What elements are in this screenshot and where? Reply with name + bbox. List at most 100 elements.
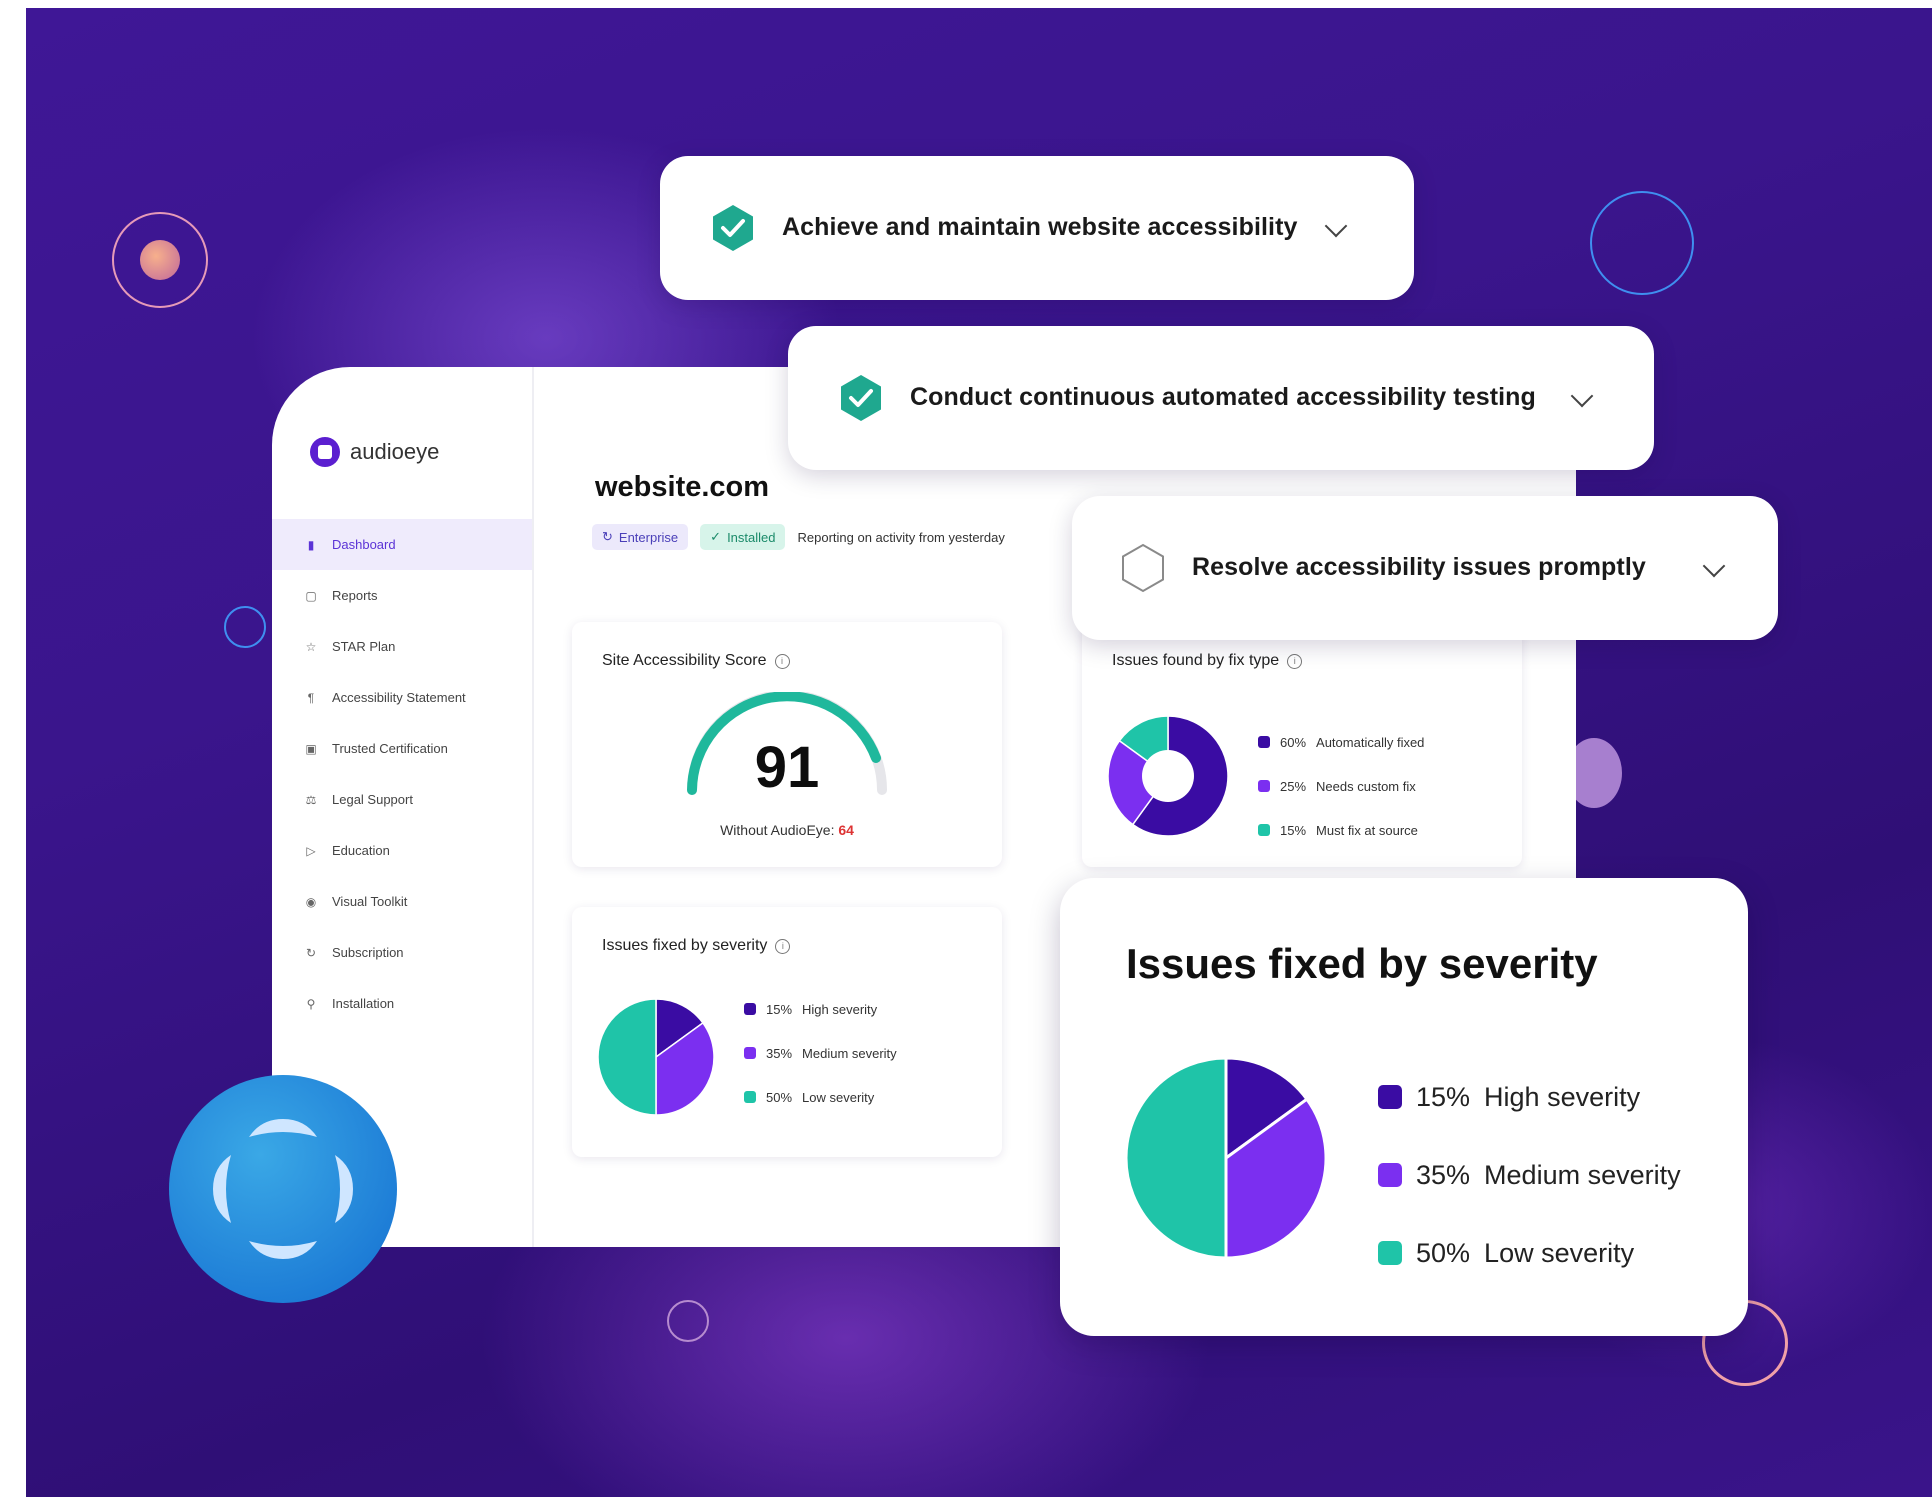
audioeye-logo-icon <box>310 437 340 467</box>
chevron-down-icon[interactable] <box>1570 384 1594 408</box>
play-icon: ▷ <box>306 843 316 858</box>
audioeye-mark-icon <box>213 1119 353 1259</box>
sidebar-item-reports[interactable]: ▢ Reports <box>272 570 532 621</box>
legend-label: Automatically fixed <box>1316 734 1425 750</box>
sidebar-item-subscription[interactable]: ↻ Subscription <box>272 927 532 978</box>
legend-swatch <box>1378 1085 1402 1109</box>
page-title: website.com <box>595 471 770 503</box>
status-badges: ↻ Enterprise ✓ Installed Reporting on ac… <box>592 524 1005 550</box>
sidebar-item-label: Trusted Certification <box>332 741 448 756</box>
card-title: Site Accessibility Score i <box>602 652 790 670</box>
sidebar-item-visual-toolkit[interactable]: ◉ Visual Toolkit <box>272 876 532 927</box>
installed-badge: ✓ Installed <box>700 524 786 550</box>
info-icon[interactable]: i <box>1287 653 1303 669</box>
accessibility-icon: ◉ <box>305 894 317 909</box>
severity-pie-chart-large <box>1126 1058 1326 1258</box>
legend-swatch <box>744 1047 756 1059</box>
sidebar-item-accessibility-statement[interactable]: ¶ Accessibility Statement <box>272 672 532 723</box>
sidebar-item-label: STAR Plan <box>332 639 396 654</box>
without-audioeye-score: Without AudioEye: 64 <box>572 822 1002 838</box>
sidebar-item-installation[interactable]: ⚲ Installation <box>272 978 532 1029</box>
report-icon: ▢ <box>305 588 317 603</box>
sidebar-item-education[interactable]: ▷ Education <box>272 825 532 876</box>
pie-slice <box>598 999 657 1115</box>
legend-swatch <box>744 1091 756 1103</box>
legend-swatch <box>744 1003 756 1015</box>
legend-label: High severity <box>1484 1081 1641 1112</box>
refresh-icon: ↻ <box>305 945 317 960</box>
legend-item: 60% Automatically fixed <box>1258 720 1424 764</box>
highlight-legend: 15% High severity 35% Medium severity 50… <box>1378 1058 1681 1292</box>
bar-chart-icon: ▮ <box>307 537 315 552</box>
severity-pie-chart <box>598 999 714 1115</box>
legend-label: Medium severity <box>1484 1159 1681 1190</box>
sidebar-item-dashboard[interactable]: ▮ Dashboard <box>272 519 532 570</box>
decorative-ring <box>1590 191 1694 295</box>
check-badge-icon <box>713 205 753 251</box>
donut-hole <box>1142 750 1194 802</box>
chevron-down-icon[interactable] <box>1702 554 1726 578</box>
legend-pct: 50% <box>766 1089 793 1105</box>
checklist-label: Achieve and maintain website accessibili… <box>782 213 1298 241</box>
sidebar-nav: ▮ Dashboard ▢ Reports ☆ STAR Plan ¶ Acce… <box>272 519 532 1029</box>
sidebar-item-label: Installation <box>332 996 395 1011</box>
card-title: Issues found by fix type i <box>1112 652 1303 670</box>
background-scene: audioeye ▮ Dashboard ▢ Reports ☆ STAR Pl… <box>26 8 1932 1497</box>
legend-swatch <box>1258 780 1270 792</box>
chevron-down-icon[interactable] <box>1324 214 1348 238</box>
checklist-card-1[interactable]: Achieve and maintain website accessibili… <box>660 156 1414 300</box>
enterprise-badge-label: Enterprise <box>618 529 679 545</box>
info-icon[interactable]: i <box>775 938 791 954</box>
installed-badge-label: Installed <box>727 529 776 545</box>
decorative-ring <box>224 606 266 648</box>
severity-card-title: Issues fixed by severity <box>602 937 768 954</box>
enterprise-badge: ↻ Enterprise <box>592 524 689 550</box>
sidebar-item-label: Reports <box>332 588 378 603</box>
checklist-label: Resolve accessibility issues promptly <box>1192 553 1646 581</box>
statement-icon: ¶ <box>307 690 315 705</box>
legend-item: 50% Low severity <box>1378 1214 1681 1292</box>
legend-label: High severity <box>802 1001 878 1017</box>
sidebar-item-label: Visual Toolkit <box>332 894 408 909</box>
legend-swatch <box>1258 824 1270 836</box>
sidebar-item-legal-support[interactable]: ⚖ Legal Support <box>272 774 532 825</box>
legend-item: 15% Must fix at source <box>1258 808 1424 852</box>
legend-label: Needs custom fix <box>1316 778 1416 794</box>
without-label: Without AudioEye: <box>720 822 835 838</box>
fix-type-donut-chart <box>1108 716 1228 836</box>
check-circle-icon: ✓ <box>710 529 722 544</box>
legend-label: Low severity <box>1484 1237 1635 1268</box>
legend-label: Low severity <box>802 1089 875 1105</box>
without-value: 64 <box>838 822 854 838</box>
severity-legend: 15% High severity 35% Medium severity 50… <box>744 987 897 1119</box>
legend-swatch <box>1258 736 1270 748</box>
certificate-icon: ▣ <box>305 741 317 756</box>
issues-by-severity-highlight-card: Issues fixed by severity 15% High severi… <box>1060 878 1748 1336</box>
decorative-ring <box>667 1300 709 1342</box>
reporting-text: Reporting on activity from yesterday <box>797 529 1005 545</box>
checklist-card-2[interactable]: Conduct continuous automated accessibili… <box>788 326 1654 470</box>
decorative-dot <box>140 240 180 280</box>
fix-type-card-title: Issues found by fix type <box>1112 652 1280 669</box>
legend-pct: 25% <box>1280 778 1307 794</box>
card-title: Issues fixed by severity i <box>602 937 791 955</box>
legend-pct: 15% <box>766 1001 793 1017</box>
legend-pct: 35% <box>766 1045 793 1061</box>
sidebar-item-label: Legal Support <box>332 792 413 807</box>
site-accessibility-score-card: Site Accessibility Score i 91 Without Au… <box>572 622 1002 867</box>
wrench-icon: ⚲ <box>306 996 316 1011</box>
sidebar-item-star-plan[interactable]: ☆ STAR Plan <box>272 621 532 672</box>
sidebar-item-trusted-certification[interactable]: ▣ Trusted Certification <box>272 723 532 774</box>
legend-item: 15% High severity <box>1378 1058 1681 1136</box>
checklist-card-3[interactable]: Resolve accessibility issues promptly <box>1072 496 1778 640</box>
legend-item: 50% Low severity <box>744 1075 897 1119</box>
info-icon[interactable]: i <box>774 653 790 669</box>
legend-pct: 60% <box>1280 734 1307 750</box>
legend-pct: 15% <box>1280 822 1307 838</box>
legend-item: 35% Medium severity <box>1378 1136 1681 1214</box>
legend-label: Medium severity <box>802 1045 897 1061</box>
sidebar-item-label: Accessibility Statement <box>332 690 466 705</box>
brand[interactable]: audioeye <box>310 437 439 467</box>
legend-label: Must fix at source <box>1316 822 1418 838</box>
legend-item: 15% High severity <box>744 987 897 1031</box>
